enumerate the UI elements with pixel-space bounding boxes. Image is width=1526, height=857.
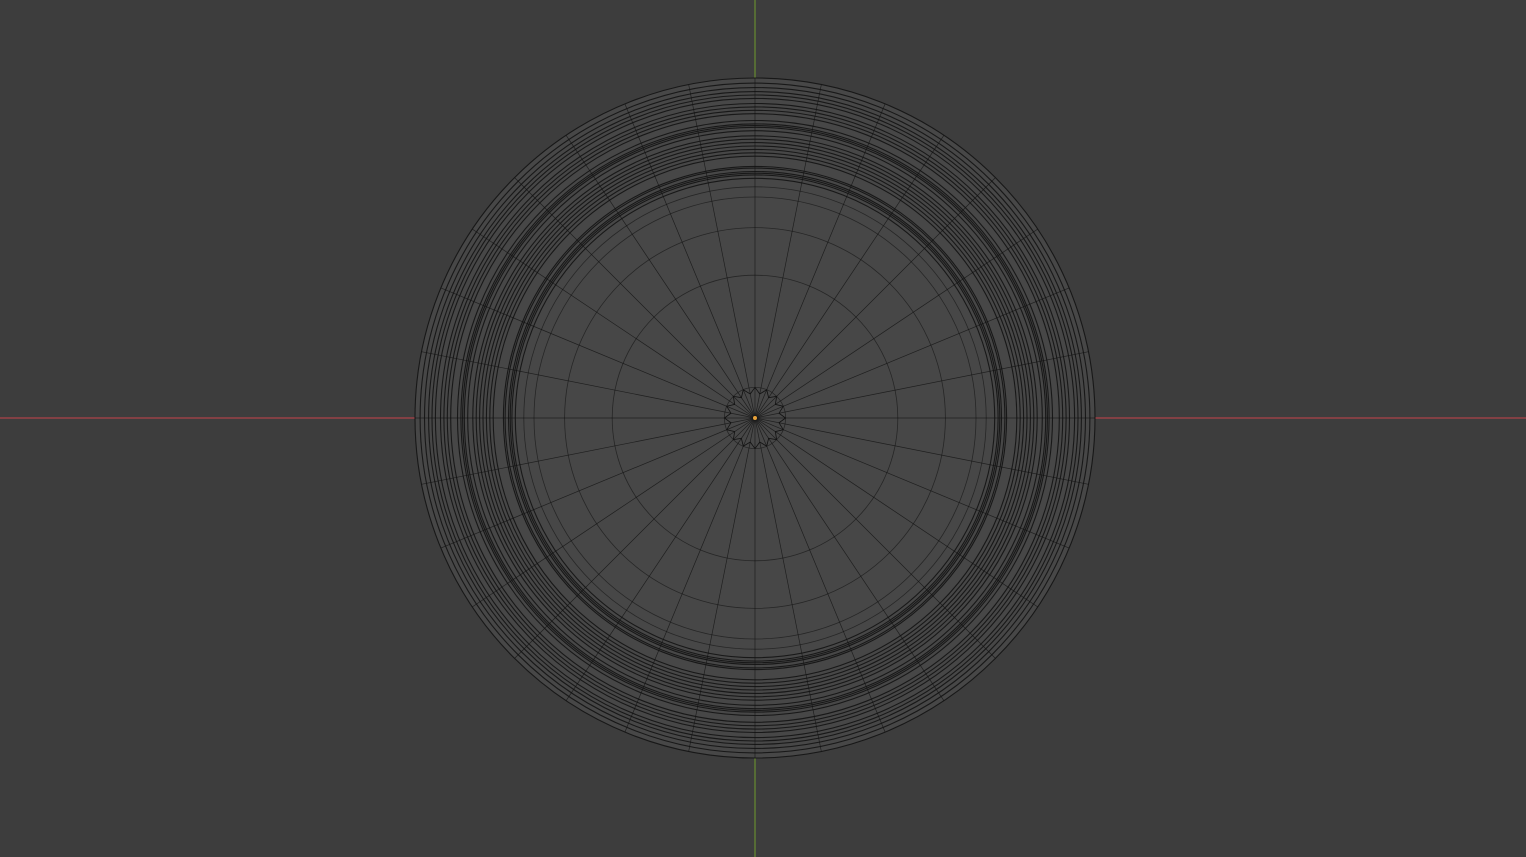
viewport-canvas[interactable] [0,0,1526,857]
object-origin [753,416,757,420]
3d-viewport[interactable] [0,0,1526,857]
